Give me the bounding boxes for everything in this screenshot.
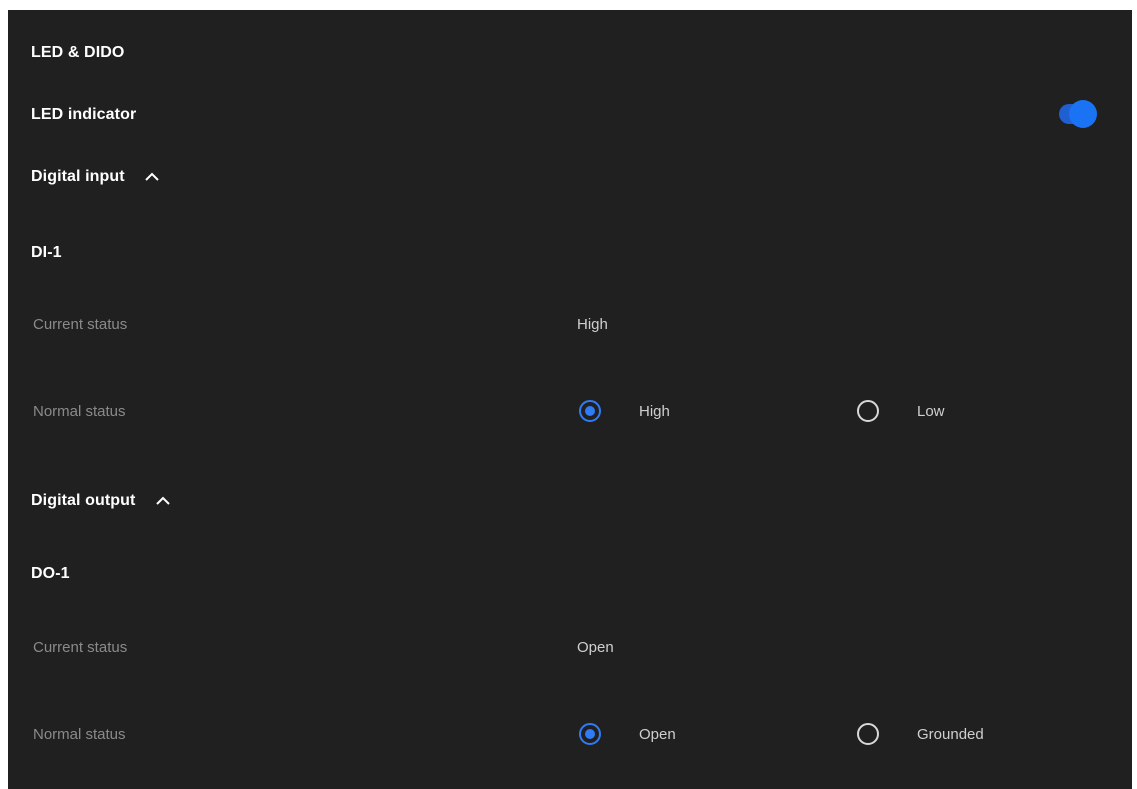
radio-label: Grounded [917, 725, 984, 743]
do-current-status-value: Open [577, 639, 614, 656]
di-current-status-value: High [577, 316, 608, 333]
do-normal-grounded-radio[interactable]: Grounded [857, 723, 984, 745]
radio-label: Low [917, 402, 945, 420]
toggle-knob [1069, 100, 1097, 128]
chevron-up-icon [155, 496, 170, 506]
led-dido-panel: LED & DIDO LED indicator Digital input D… [8, 10, 1132, 789]
digital-output-label: Digital output [31, 492, 136, 509]
radio-label: Open [639, 725, 676, 743]
radio-selected-icon [579, 723, 601, 745]
digital-output-section-toggle[interactable]: Digital output [31, 492, 170, 510]
radio-selected-icon [579, 400, 601, 422]
di-current-status-label: Current status [33, 316, 128, 333]
di-normal-high-radio[interactable]: High [579, 400, 670, 422]
digital-input-label: Digital input [31, 168, 125, 185]
digital-input-section-toggle[interactable]: Digital input [31, 168, 159, 186]
do-1-title: DO-1 [31, 565, 70, 582]
radio-label: High [639, 402, 670, 420]
radio-unselected-icon [857, 400, 879, 422]
do-normal-status-label: Normal status [33, 726, 126, 743]
do-current-status-label: Current status [33, 639, 128, 656]
chevron-up-icon [145, 172, 159, 182]
page-title: LED & DIDO [31, 44, 125, 61]
do-normal-open-radio[interactable]: Open [579, 723, 676, 745]
di-1-title: DI-1 [31, 244, 62, 261]
led-indicator-label: LED indicator [31, 106, 137, 123]
di-normal-status-label: Normal status [33, 403, 126, 420]
led-indicator-toggle[interactable] [1059, 100, 1097, 128]
di-normal-low-radio[interactable]: Low [857, 400, 945, 422]
radio-unselected-icon [857, 723, 879, 745]
